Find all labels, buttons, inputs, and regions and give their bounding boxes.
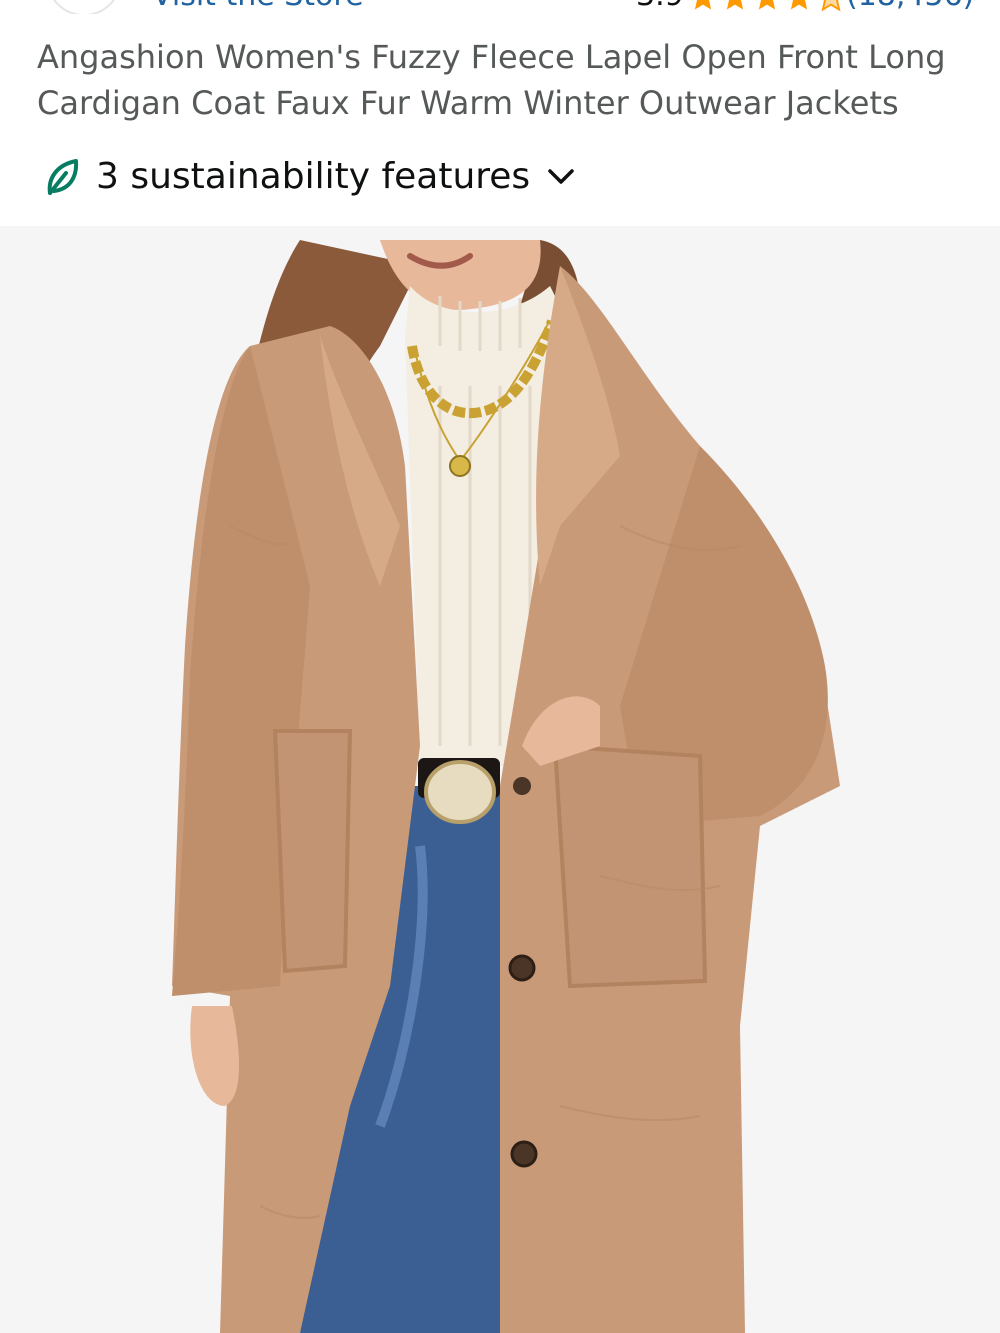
star-outline-icon bbox=[821, 0, 841, 12]
product-title: Angashion Women's Fuzzy Fleece Lapel Ope… bbox=[37, 38, 946, 122]
star-icon bbox=[758, 0, 776, 10]
visit-store-link[interactable]: Visit the Store bbox=[152, 0, 364, 13]
sustainability-label: 3 sustainability features bbox=[96, 156, 531, 197]
sustainability-features-toggle[interactable]: 3 sustainability features bbox=[44, 156, 576, 197]
product-image-gallery[interactable] bbox=[0, 226, 1000, 1333]
store-rating-strip: Visit the Store 3.9 (18,456) bbox=[0, 0, 1000, 14]
chevron-down-icon bbox=[548, 168, 574, 184]
leaf-icon bbox=[47, 158, 79, 195]
store-logo-avatar[interactable] bbox=[46, 0, 122, 14]
product-photo-coat bbox=[172, 240, 840, 1333]
rating-count-link[interactable]: (18,456) bbox=[846, 0, 974, 13]
star-icon bbox=[790, 0, 808, 10]
star-icon bbox=[726, 0, 744, 10]
star-icon bbox=[694, 0, 712, 10]
rating-value: 3.9 bbox=[636, 0, 684, 13]
star-rating[interactable] bbox=[688, 0, 846, 12]
